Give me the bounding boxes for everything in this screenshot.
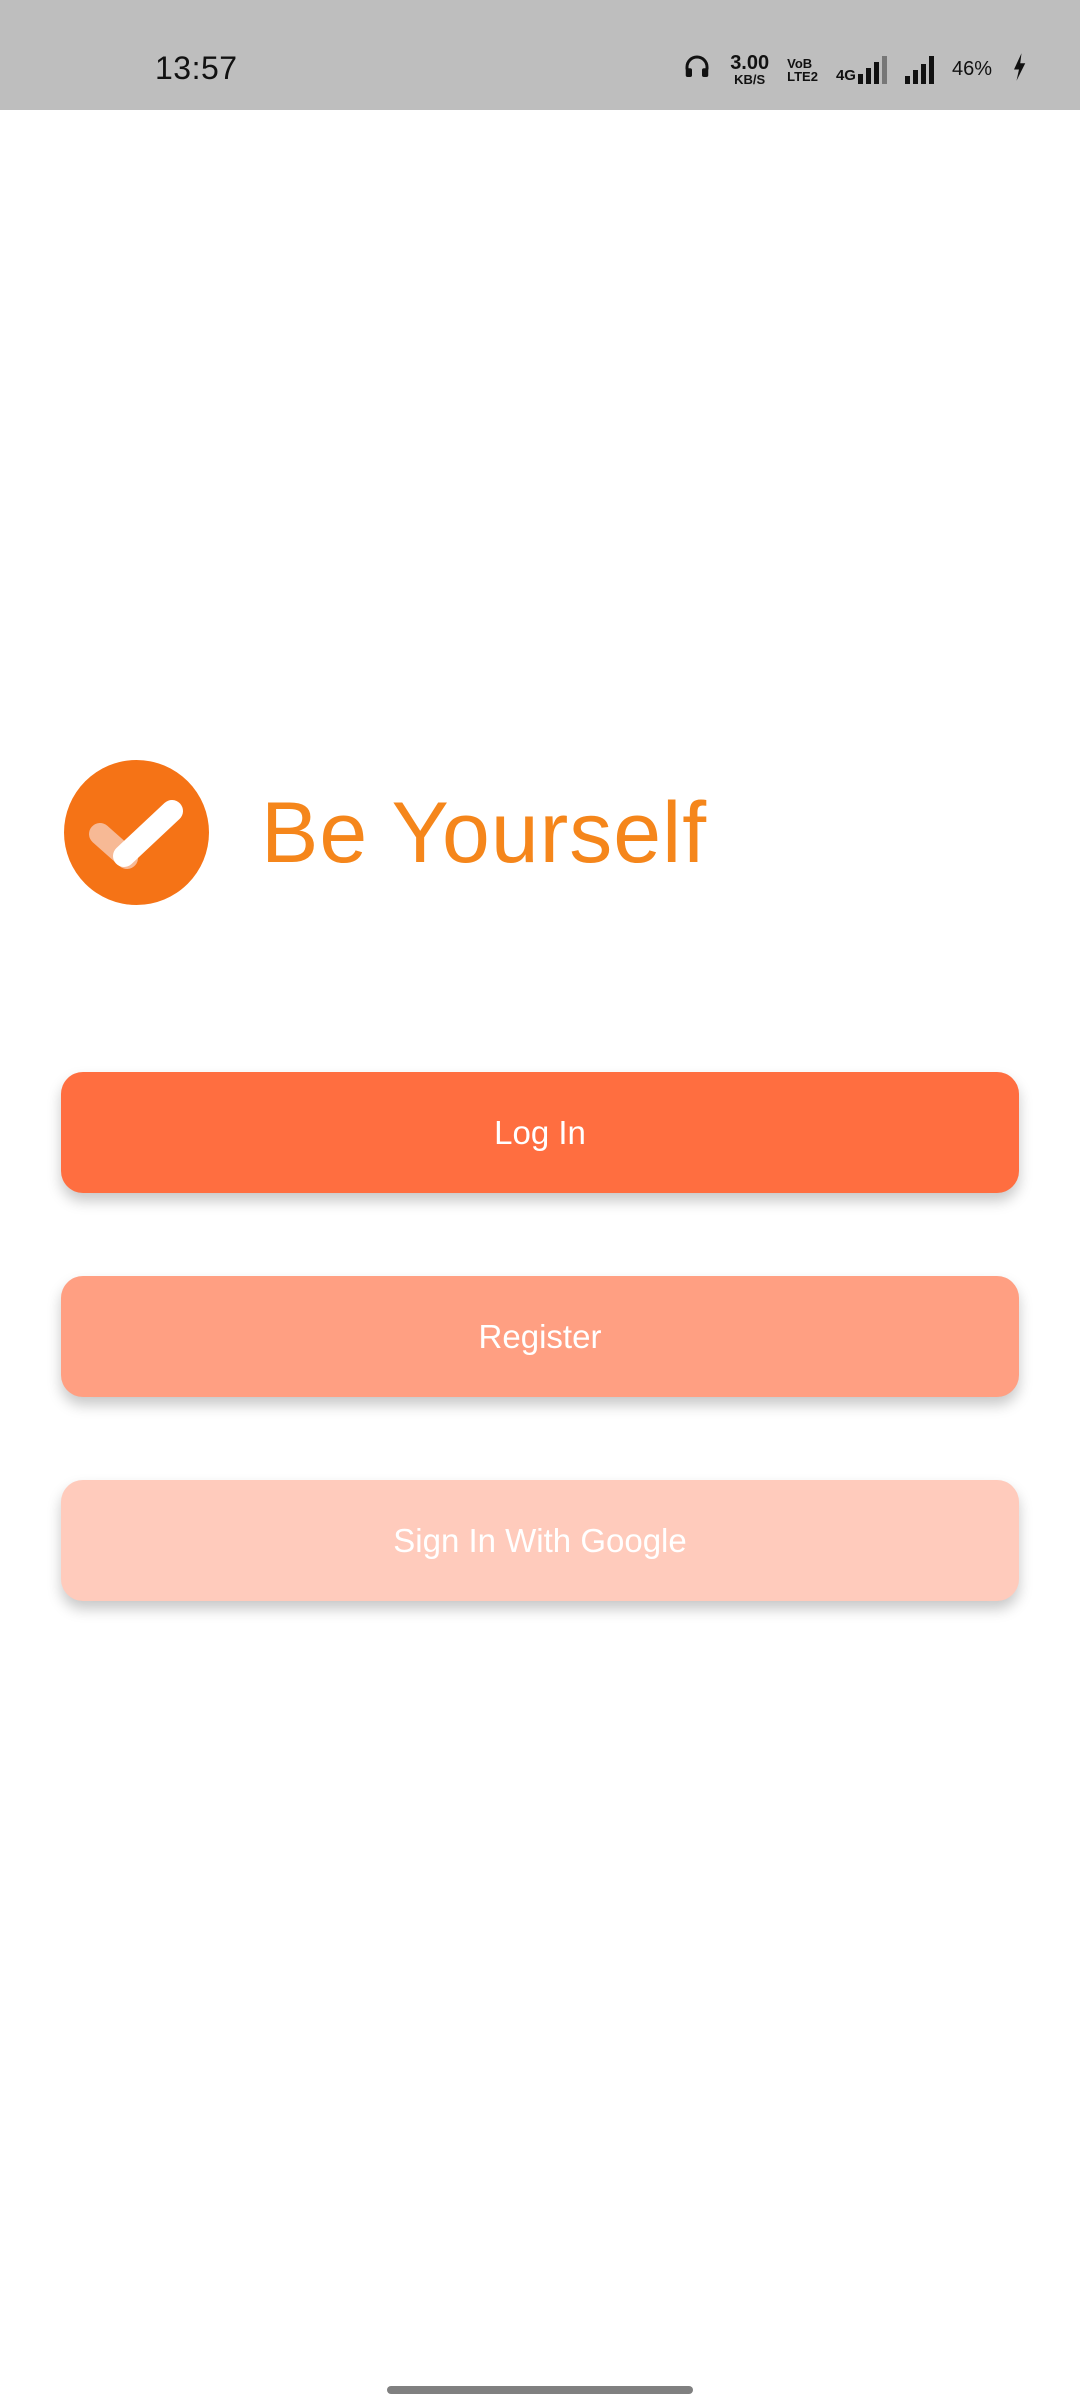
battery-percent: 46% [951,58,992,80]
headphones-icon [682,52,712,87]
signal-bars-icon [904,55,934,84]
network-4g-icon: 4G [835,55,887,84]
app-title: Be Yourself [261,784,708,881]
home-indicator[interactable] [387,2386,693,2394]
brand: Be Yourself [64,760,707,905]
status-time: 13:57 [155,50,238,86]
charging-icon [1010,52,1028,87]
lte-label: LTE2 [787,68,818,84]
network-speed: 3.00 KB/S [730,53,769,86]
network-speed-value: 3.00 [730,52,770,74]
register-button[interactable]: Register [61,1276,1019,1397]
volte-label: VoB [787,55,813,71]
status-bar: 13:57 3.00 KB/S VoB LTE2 4G 46% [0,0,1080,110]
status-icons: 3.00 KB/S VoB LTE2 4G 46% [682,52,1028,87]
network-type: 4G [835,66,856,84]
volte-icon: VoB LTE2 [787,57,818,83]
signal-4g-bars-icon [857,55,887,84]
login-button[interactable]: Log In [61,1072,1019,1193]
checkmark-logo-icon [64,760,209,905]
network-speed-unit: KB/S [734,72,766,87]
google-sign-in-button[interactable]: Sign In With Google [61,1480,1019,1601]
